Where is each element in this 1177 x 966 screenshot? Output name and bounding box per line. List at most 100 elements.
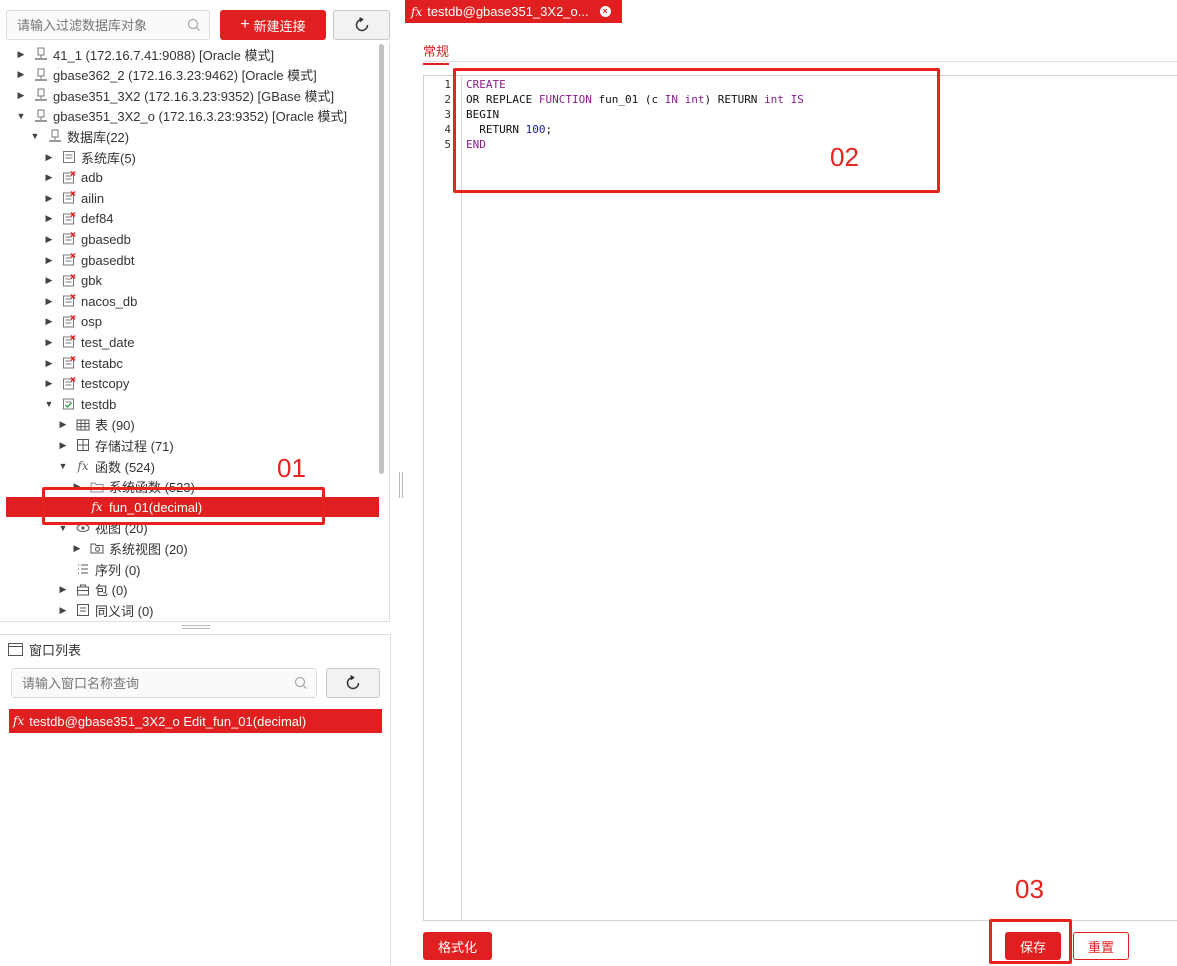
tree-system-views[interactable]: ▶ 系统视图 (20) [0,538,380,558]
tree-database-item[interactable]: ▶ def84 [0,209,380,229]
line-number-gutter: 1 2 3 4 5 [424,76,462,920]
tree-functions-folder[interactable]: ▼ fx 函数 (524) [0,456,380,476]
vertical-splitter-handle[interactable] [399,472,403,498]
tree-database-testdb[interactable]: ▼ testdb [0,394,380,414]
server-icon [34,109,48,123]
tree-database-item[interactable]: ▶ gbk [0,271,380,291]
tree-item-label: 系统库(5) [81,150,136,166]
expand-arrow-icon[interactable]: ▶ [44,152,54,163]
database-disconnected-icon [62,253,76,267]
refresh-button[interactable] [333,10,390,40]
expand-arrow-icon[interactable]: ▶ [58,440,68,451]
expand-arrow-icon[interactable]: ▶ [44,358,54,369]
collapse-arrow-icon[interactable]: ▼ [16,111,26,121]
tree-database-item[interactable]: ▶ gbasedb [0,229,380,249]
database-disconnected-icon [62,273,76,288]
expand-arrow-icon[interactable]: ▶ [44,234,54,245]
tree-database-item[interactable]: ▶ ailin [0,188,380,208]
tree-item-label: nacos_db [81,293,138,309]
expand-arrow-icon[interactable]: ▶ [44,193,54,204]
window-refresh-button[interactable] [326,668,380,698]
horizontal-splitter-handle[interactable] [182,625,210,629]
tree-databases-folder[interactable]: ▼ 数据库(22) [0,126,380,146]
annotation-box-02 [453,68,940,193]
plus-icon: + [240,16,250,33]
expand-arrow-icon[interactable]: ▶ [44,213,54,224]
tree-packages-folder[interactable]: ▶ 包 (0) [0,580,380,600]
new-connection-label: 新建连接 [253,18,306,34]
expand-arrow-icon[interactable]: ▶ [58,419,68,430]
database-disconnected-icon [62,294,76,308]
filter-input-wrapper [6,10,210,40]
expand-arrow-icon[interactable]: ▶ [44,296,54,307]
expand-arrow-icon[interactable]: ▶ [44,255,54,266]
tree-database-item[interactable]: ▶ testabc [0,353,380,373]
collapse-arrow-icon[interactable]: ▼ [58,461,68,471]
tree-tables-folder[interactable]: ▶ 表 (90) [0,415,380,435]
expand-arrow-icon[interactable]: ▶ [44,172,54,183]
line-number: 4 [444,123,451,136]
object-tree: ▶ 41_1 (172.16.7.41:9088) [Oracle 模式] ▶ gba… [0,42,390,622]
expand-arrow-icon[interactable]: ▶ [58,584,68,595]
editor-tab[interactable]: fx testdb@gbase351_3X2_o... × [405,0,622,23]
function-icon: fx [77,459,89,473]
expand-arrow-icon[interactable]: ▶ [16,69,26,80]
tree-procedures-folder[interactable]: ▶ 存储过程 (71) [0,435,380,455]
format-button[interactable]: 格式化 [423,932,492,960]
window-list-item[interactable]: fx testdb@gbase351_3X2_o Edit_fun_01(dec… [9,709,382,733]
left-pane: + 新建连接 ▶ 41_1 (172.16.7.41:9088) [Oracle … [0,0,391,966]
expand-arrow-icon[interactable]: ▶ [16,90,26,101]
reset-button[interactable]: 重置 [1073,932,1129,960]
annotation-label-02: 02 [830,142,859,172]
tree-database-item[interactable]: ▶ osp [0,312,380,332]
sub-tab-divider [423,61,1177,62]
tree-item-label: 存储过程 (71) [95,438,174,454]
expand-arrow-icon[interactable]: ▶ [44,316,54,327]
server-icon [34,88,48,102]
tree-connection[interactable]: ▶ gbase351_3X2 (172.16.3.23:9352) [GBase … [0,85,380,105]
tree-item-label: testabc [81,355,123,371]
expand-arrow-icon[interactable]: ▶ [16,49,26,60]
search-icon[interactable] [187,18,201,35]
database-disconnected-icon [62,314,76,329]
tree-connection[interactable]: ▶ 41_1 (172.16.7.41:9088) [Oracle 模式] [0,44,380,64]
tree-item-label: 同义词 (0) [95,603,154,619]
tree-database-item[interactable]: ▶ test_date [0,332,380,352]
window-search-input[interactable] [12,669,316,697]
database-connected-icon [62,397,76,411]
filter-input[interactable] [7,11,209,39]
tree-database-item[interactable]: ▶ testcopy [0,374,380,394]
close-icon[interactable]: × [599,6,611,17]
tree-database-item[interactable]: ▶ adb [0,168,380,188]
collapse-arrow-icon[interactable]: ▼ [44,399,54,409]
tree-system-db[interactable]: ▶ 系统库(5) [0,147,380,167]
tree-item-label: gbase351_3X2_o (172.16.3.23:9352) [Oracl… [53,109,348,125]
tree-item-label: ailin [81,190,105,206]
tree-item-label: 数据库(22) [67,129,130,145]
function-icon: fx [13,714,25,728]
code-editor[interactable]: 12345 CREATE OR REPLACE FUNCTION fun_01 (… [423,75,1177,921]
database-disconnected-icon [62,335,76,349]
tree-database-item[interactable]: ▶ nacos_db [0,291,380,311]
new-connection-button[interactable]: + 新建连接 [220,10,326,40]
search-icon[interactable] [294,676,308,693]
tree-item-label: 表 (90) [95,418,135,434]
expand-arrow-icon[interactable]: ▶ [44,378,54,389]
tree-synonyms-folder[interactable]: ▶ 同义词 (0) [0,600,380,620]
window-list-item-label: testdb@gbase351_3X2_o Edit_fun_01(decima… [29,713,307,729]
window-list-title: 窗口列表 [29,643,82,658]
expand-arrow-icon[interactable]: ▶ [72,543,82,554]
collapse-arrow-icon[interactable]: ▼ [30,131,40,141]
tree-sequences-folder[interactable]: 序列 (0) [0,559,380,579]
expand-arrow-icon[interactable]: ▶ [44,275,54,286]
database-disconnected-icon [62,232,76,246]
annotation-box-03 [989,919,1072,964]
tree-connection[interactable]: ▶ gbase362_2 (172.16.3.23:9462) [Oracle 模… [0,65,380,85]
toolbar: + 新建连接 [6,10,390,40]
expand-arrow-icon[interactable]: ▶ [58,605,68,616]
tree-database-item[interactable]: ▶ gbasedbt [0,250,380,270]
tree-item-label: adb [81,170,103,186]
window-icon [8,643,23,656]
tree-connection[interactable]: ▼ gbase351_3X2_o (172.16.3.23:9352) [Orac… [0,106,380,126]
expand-arrow-icon[interactable]: ▶ [44,337,54,348]
